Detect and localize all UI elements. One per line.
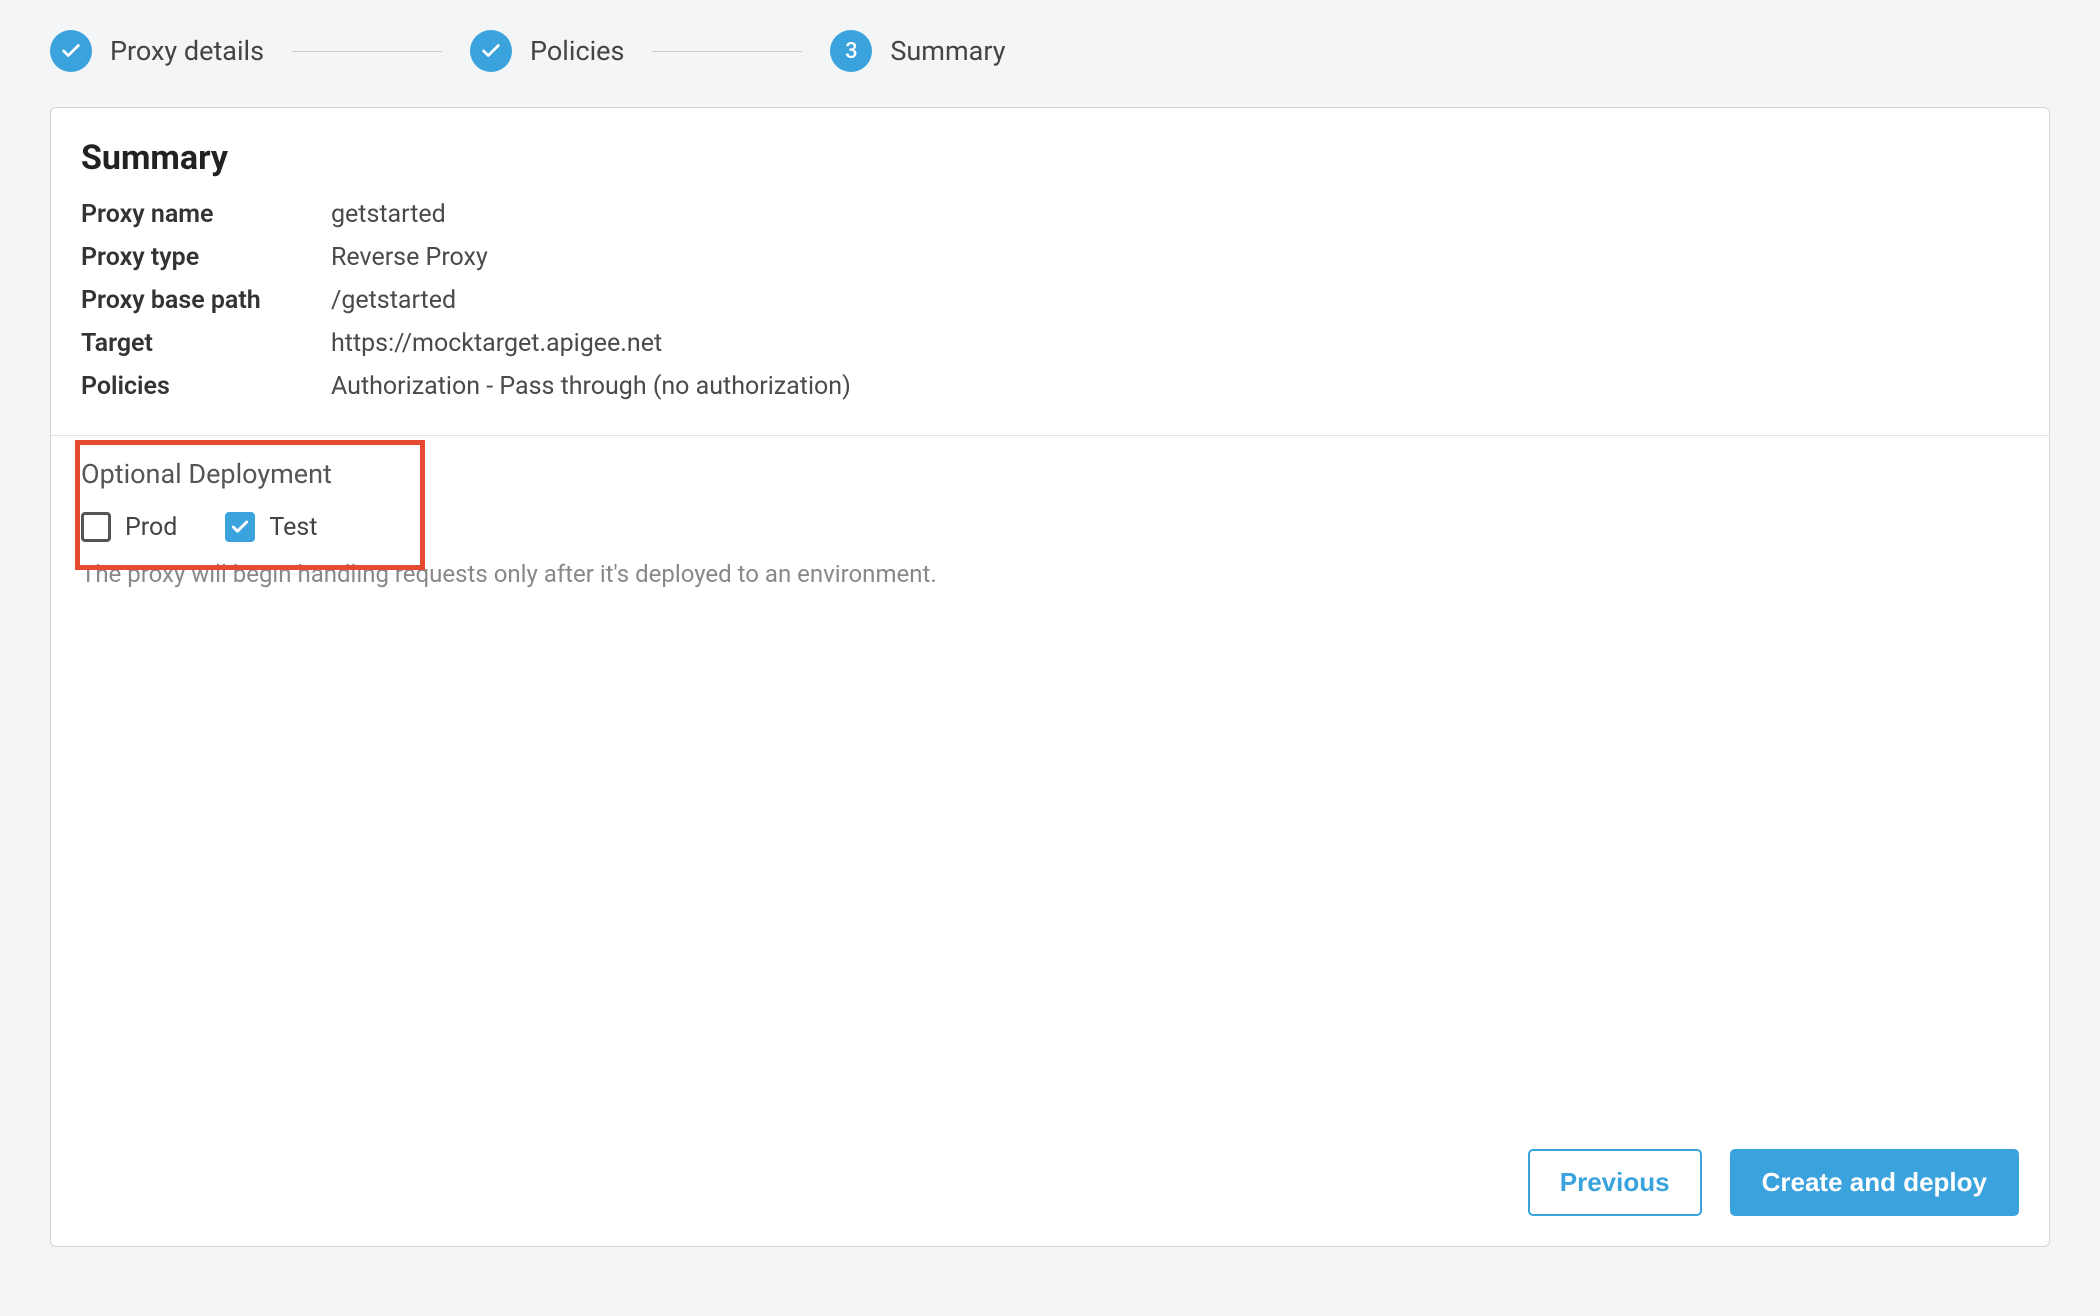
spacer	[51, 598, 2049, 1121]
step-proxy-details[interactable]: Proxy details	[50, 30, 264, 72]
step-number: 3	[830, 30, 872, 72]
summary-value: Authorization - Pass through (no authori…	[331, 372, 851, 401]
summary-value: /getstarted	[331, 286, 456, 315]
create-and-deploy-button[interactable]: Create and deploy	[1730, 1149, 2019, 1216]
summary-value: Reverse Proxy	[331, 243, 488, 272]
summary-section: Summary Proxy name getstarted Proxy type…	[51, 108, 2049, 435]
step-connector	[652, 51, 802, 52]
previous-button[interactable]: Previous	[1528, 1149, 1702, 1216]
summary-value: https://mocktarget.apigee.net	[331, 329, 662, 358]
summary-label: Proxy name	[81, 200, 331, 229]
summary-card: Summary Proxy name getstarted Proxy type…	[50, 107, 2050, 1247]
summary-label: Policies	[81, 372, 331, 401]
summary-row-proxy-base-path: Proxy base path /getstarted	[81, 286, 2019, 315]
optional-deployment-section: Optional Deployment Prod Test The proxy …	[51, 436, 2049, 598]
step-label: Summary	[890, 35, 1005, 67]
summary-label: Proxy type	[81, 243, 331, 272]
step-summary[interactable]: 3 Summary	[830, 30, 1005, 72]
summary-label: Target	[81, 329, 331, 358]
step-label: Policies	[530, 35, 624, 67]
checkbox-label: Prod	[125, 513, 177, 542]
summary-row-policies: Policies Authorization - Pass through (n…	[81, 372, 2019, 401]
summary-value: getstarted	[331, 200, 446, 229]
summary-row-proxy-name: Proxy name getstarted	[81, 200, 2019, 229]
footer-actions: Previous Create and deploy	[51, 1121, 2049, 1246]
page-title: Summary	[81, 138, 2019, 178]
optional-deployment-heading: Optional Deployment	[81, 458, 2019, 490]
summary-row-target: Target https://mocktarget.apigee.net	[81, 329, 2019, 358]
deployment-checkbox-row: Prod Test	[81, 512, 2019, 542]
check-icon	[50, 30, 92, 72]
step-label: Proxy details	[110, 35, 264, 67]
checkbox-test[interactable]: Test	[225, 512, 317, 542]
checkbox-label: Test	[269, 513, 317, 542]
step-connector	[292, 51, 442, 52]
summary-row-proxy-type: Proxy type Reverse Proxy	[81, 243, 2019, 272]
checkbox-checked-icon	[225, 512, 255, 542]
wizard-stepper: Proxy details Policies 3 Summary	[50, 0, 2050, 107]
step-policies[interactable]: Policies	[470, 30, 624, 72]
checkbox-prod[interactable]: Prod	[81, 512, 177, 542]
summary-label: Proxy base path	[81, 286, 331, 315]
check-icon	[470, 30, 512, 72]
deployment-helper-text: The proxy will begin handling requests o…	[81, 560, 2019, 588]
checkbox-unchecked-icon	[81, 512, 111, 542]
